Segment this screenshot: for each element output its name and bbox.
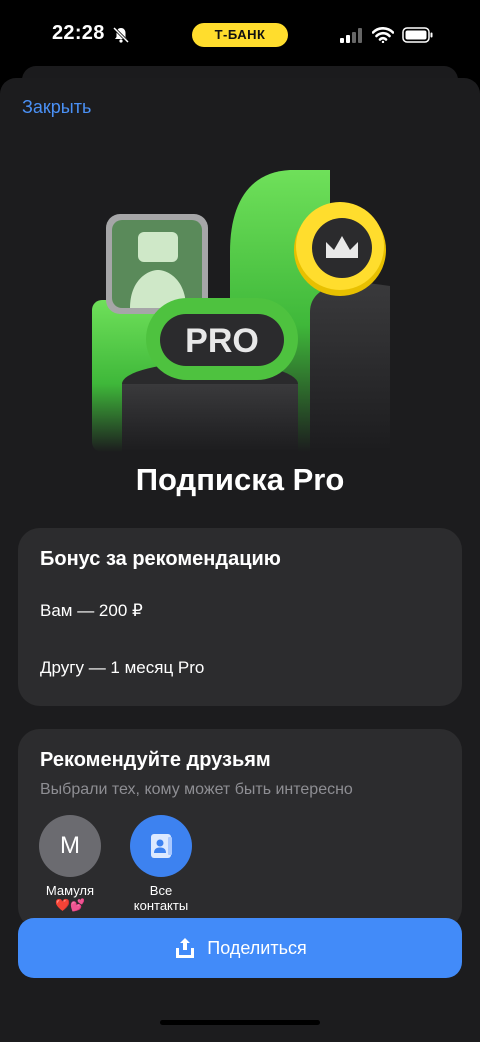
recommend-card-title: Рекомендуйте друзьям (40, 749, 271, 771)
pro-hero-illustration: PRO (92, 170, 390, 452)
all-contacts-item[interactable]: Все контакты (116, 815, 206, 913)
bell-slash-icon (112, 26, 130, 44)
bonus-card-title: Бонус за рекомендацию (40, 548, 281, 570)
recommend-card-subtitle: Выбрали тех, кому может быть интересно (40, 781, 353, 798)
signal-icon (340, 28, 362, 43)
pro-badge-text: PRO (185, 322, 259, 360)
share-button[interactable]: Поделиться (18, 918, 462, 978)
contact-item[interactable]: М Мамуля ❤️💕 (25, 815, 115, 912)
avatar (130, 815, 192, 877)
bank-name-badge: Т-БАНК (192, 23, 288, 47)
home-indicator (160, 1020, 320, 1025)
battery-icon (402, 27, 433, 43)
status-bar: 22:28 Т-БАНК (0, 0, 480, 70)
crown-coin-icon (294, 202, 386, 296)
contact-emoji: ❤️💕 (55, 898, 85, 912)
share-upload-icon (176, 938, 195, 958)
share-button-label: Поделиться (207, 937, 307, 958)
all-contacts-label-line1: Все (149, 883, 173, 898)
all-contacts-label-line2: контакты (133, 898, 189, 913)
page-title: Подписка Pro (135, 462, 345, 497)
bonus-you-text: Вам — 200 ₽ (40, 601, 143, 620)
bonus-card: Бонус за рекомендацию Вам — 200 ₽ Другу … (18, 528, 462, 706)
status-time: 22:28 (52, 22, 105, 44)
close-button[interactable]: Закрыть (22, 97, 91, 118)
wifi-icon (372, 27, 394, 43)
recommend-card: Рекомендуйте друзьям Выбрали тех, кому м… (18, 729, 462, 929)
contacts-book-icon (151, 834, 172, 858)
avatar: М (39, 815, 101, 877)
avatar-initial: М (60, 832, 80, 859)
bonus-friend-text: Другу — 1 месяц Pro (40, 658, 205, 677)
contact-name: Мамуля (45, 883, 95, 898)
